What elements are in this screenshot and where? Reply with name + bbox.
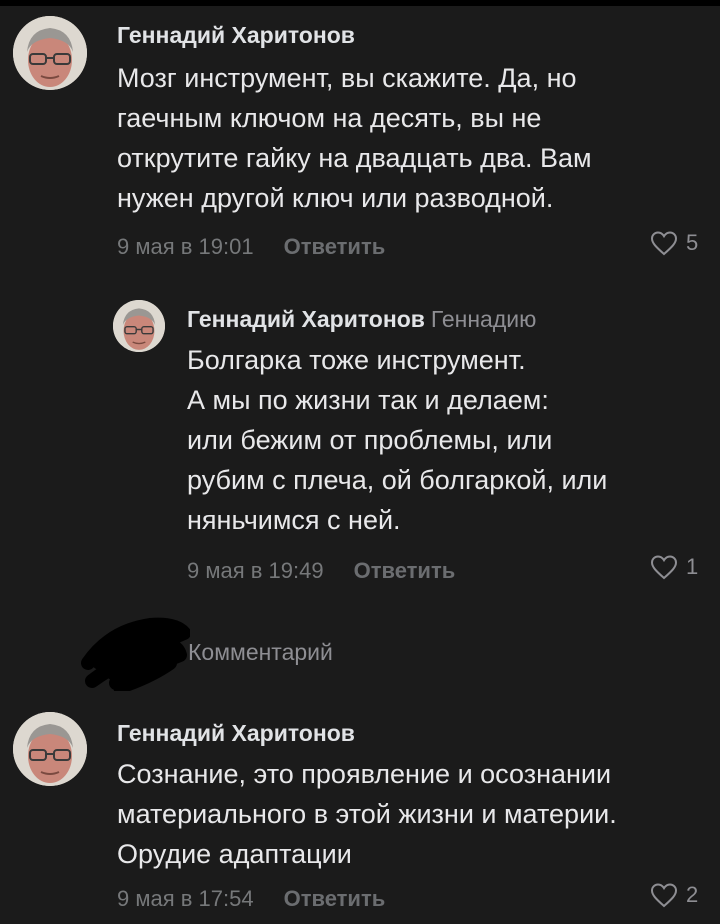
like-count: 5 [686, 230, 699, 255]
comment-meta: 9 мая в 17:54 Ответить [117, 886, 385, 912]
comment-date: 9 мая в 17:54 [117, 886, 254, 911]
comment-input-placeholder[interactable]: Комментарий [188, 639, 333, 666]
comment-text-line: рубим с плеча, ой болгаркой, или [187, 465, 608, 495]
comment-text-line: гаечным ключом на десять, вы не [117, 103, 542, 133]
comment-date: 9 мая в 19:01 [117, 234, 254, 259]
comment-text: Болгарка тоже инструмент. А мы по жизни … [187, 340, 607, 540]
like-button[interactable]: 5 [650, 230, 698, 256]
like-button[interactable]: 2 [650, 882, 698, 908]
comment-meta: 9 мая в 19:01 Ответить [117, 234, 385, 260]
comment-author-name[interactable]: Геннадий Харитонов [187, 306, 425, 332]
heart-icon [650, 555, 678, 580]
avatar-photo [113, 300, 165, 352]
comment-text-line: материального в этой жизни и материи. [117, 799, 617, 829]
comment-date: 9 мая в 19:49 [187, 558, 324, 583]
comments-thread: Геннадий Харитонов Мозг инструмент, вы с… [0, 6, 720, 924]
reply-composer[interactable]: Комментарий [80, 611, 640, 691]
avatar-photo [13, 16, 87, 90]
comment-text-line: Орудие адаптации [117, 839, 352, 869]
heart-icon [650, 883, 678, 908]
comment-text-line: Сознание, это проявление и осознании [117, 759, 612, 789]
comment-text: Мозг инструмент, вы скажите. Да, но гаеч… [117, 58, 592, 218]
comment-reply: Геннадий Харитонов Геннадию Болгарка тоже… [0, 296, 720, 596]
avatar[interactable] [13, 16, 87, 90]
comment-text-line: или бежим от проблемы, или [187, 425, 553, 455]
comment-text-line: А мы по жизни так и делаем: [187, 385, 549, 415]
redacted-avatar [81, 617, 190, 691]
comment-text-line: няньчимся с ней. [187, 505, 401, 535]
comment-meta: 9 мая в 19:49 Ответить [187, 558, 455, 584]
comment: Геннадий Харитонов Сознание, это проявле… [0, 706, 720, 924]
reply-to-label[interactable]: Геннадию [431, 306, 536, 332]
comment-text-line: Мозг инструмент, вы скажите. Да, но [117, 63, 577, 93]
comment-text-line: Болгарка тоже инструмент. [187, 345, 526, 375]
reply-button[interactable]: Ответить [284, 886, 386, 911]
like-button[interactable]: 1 [650, 554, 698, 580]
heart-icon [650, 231, 678, 256]
comment-text-line: открутите гайку на двадцать два. Вам [117, 143, 592, 173]
avatar[interactable] [113, 300, 165, 352]
avatar[interactable] [13, 712, 87, 786]
reply-button[interactable]: Ответить [354, 558, 456, 583]
comment: Геннадий Харитонов Мозг инструмент, вы с… [0, 6, 720, 266]
like-count: 1 [686, 554, 699, 579]
comment-text: Сознание, это проявление и осознании мат… [117, 754, 617, 874]
comment-author[interactable]: Геннадий Харитонов Геннадию [187, 306, 536, 333]
avatar-photo [13, 712, 87, 786]
reply-button[interactable]: Ответить [284, 234, 386, 259]
comment-text-line: нужен другой ключ или разводной. [117, 183, 554, 213]
like-count: 2 [686, 882, 699, 907]
comment-author[interactable]: Геннадий Харитонов [117, 22, 355, 49]
comment-author[interactable]: Геннадий Харитонов [117, 720, 355, 747]
